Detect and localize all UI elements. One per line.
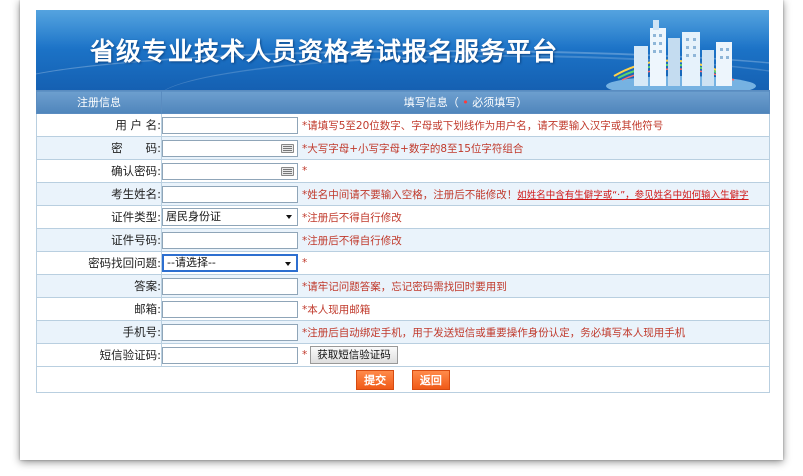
registration-form-table: 注册信息 填写信息（ • 必须填写） 用 户 名: *请填写5至20位数字、字母… — [36, 90, 770, 393]
name-input[interactable] — [163, 187, 297, 202]
header-fill-suffix: 必须填写） — [472, 96, 528, 109]
table-header-row: 注册信息 填写信息（ • 必须填写） — [36, 90, 770, 114]
sms-code-label: 短信验证码: — [36, 343, 162, 367]
form-row-username: 用 户 名: *请填写5至20位数字、字母或下划线作为用户名，请不要输入汉字或其… — [36, 113, 770, 137]
security-question-select[interactable]: --请选择-- — [162, 254, 298, 272]
confirm-password-label: 确认密码: — [36, 159, 162, 183]
phone-input[interactable] — [163, 325, 297, 340]
id-type-note: *注册后不得自行修改 — [302, 211, 402, 224]
email-input[interactable] — [163, 302, 297, 317]
username-label: 用 户 名: — [36, 113, 162, 137]
id-type-label: 证件类型: — [36, 205, 162, 229]
header-fill-prefix: 填写信息（ — [403, 96, 459, 109]
rare-character-help-link[interactable]: 如姓名中含有生僻字或“·”，参见姓名中如何输入生僻字 — [517, 187, 748, 201]
name-note: *姓名中间请不要输入空格，注册后不能修改！ — [302, 188, 518, 201]
phone-label: 手机号: — [36, 320, 162, 344]
form-row-sms-code: 短信验证码: * 获取短信验证码 — [36, 343, 770, 367]
security-question-selected-value: --请选择-- — [167, 256, 216, 269]
registration-panel: 省级专业技术人员资格考试报名服务平台 注册信息 填写信息（ • 必须填写） 用 … — [36, 10, 770, 393]
confirm-password-input[interactable] — [163, 164, 297, 179]
dropdown-arrow-icon — [285, 262, 291, 266]
form-row-confirm-password: 确认密码: * — [36, 159, 770, 183]
get-sms-code-button[interactable]: 获取短信验证码 — [310, 346, 398, 364]
back-button[interactable]: 返回 — [411, 369, 450, 390]
id-type-selected-value: 居民身份证 — [166, 210, 221, 223]
keyboard-icon[interactable] — [281, 166, 294, 176]
form-row-security-question: 密码找回问题: --请选择-- * — [36, 251, 770, 275]
id-type-select[interactable]: 居民身份证 — [162, 208, 298, 226]
keyboard-icon[interactable] — [281, 143, 294, 153]
submit-button[interactable]: 提交 — [356, 369, 395, 390]
form-row-answer: 答案: *请牢记问题答案，忘记密码需找回时要用到 — [36, 274, 770, 298]
confirm-password-note: * — [302, 165, 308, 177]
name-label: 考生姓名: — [36, 182, 162, 206]
header-register-info: 注册信息 — [36, 90, 162, 114]
dropdown-arrow-icon — [286, 215, 292, 219]
password-label: 密 码: — [36, 136, 162, 160]
security-question-note: * — [302, 257, 308, 269]
answer-label: 答案: — [36, 274, 162, 298]
header-fill-info: 填写信息（ • 必须填写） — [161, 90, 770, 114]
id-number-label: 证件号码: — [36, 228, 162, 252]
username-input[interactable] — [163, 118, 297, 133]
form-row-phone: 手机号: *注册后自动绑定手机，用于发送短信或重要操作身份认定，务必填写本人现用… — [36, 320, 770, 344]
banner: 省级专业技术人员资格考试报名服务平台 — [36, 10, 769, 90]
form-row-name: 考生姓名: *姓名中间请不要输入空格，注册后不能修改！如姓名中含有生僻字或“·”… — [36, 182, 770, 206]
password-input[interactable] — [163, 141, 297, 156]
answer-note: *请牢记问题答案，忘记密码需找回时要用到 — [302, 280, 507, 293]
id-number-input[interactable] — [163, 233, 297, 248]
page-frame: 省级专业技术人员资格考试报名服务平台 注册信息 填写信息（ • 必须填写） 用 … — [20, 0, 783, 460]
answer-input[interactable] — [163, 279, 297, 294]
email-note: *本人现用邮箱 — [302, 303, 371, 316]
security-question-label: 密码找回问题: — [36, 251, 162, 275]
id-number-note: *注册后不得自行修改 — [302, 234, 402, 247]
sms-code-input[interactable] — [163, 348, 297, 363]
sms-code-note: * — [302, 349, 308, 361]
username-note: *请填写5至20位数字、字母或下划线作为用户名，请不要输入汉字或其他符号 — [302, 119, 664, 132]
site-title: 省级专业技术人员资格考试报名服务平台 — [90, 37, 559, 66]
form-row-id-number: 证件号码: *注册后不得自行修改 — [36, 228, 770, 252]
form-row-password: 密 码: *大写字母+小写字母+数字的8至15位字符组合 — [36, 136, 770, 160]
required-star-icon: • — [462, 96, 469, 109]
email-label: 邮箱: — [36, 297, 162, 321]
city-skyline-illustration — [606, 20, 756, 90]
form-row-email: 邮箱: *本人现用邮箱 — [36, 297, 770, 321]
password-note: *大写字母+小写字母+数字的8至15位字符组合 — [302, 142, 524, 155]
action-row: 提交 返回 — [36, 366, 770, 393]
form-row-id-type: 证件类型: 居民身份证 *注册后不得自行修改 — [36, 205, 770, 229]
phone-note: *注册后自动绑定手机，用于发送短信或重要操作身份认定，务必填写本人现用手机 — [302, 326, 686, 339]
